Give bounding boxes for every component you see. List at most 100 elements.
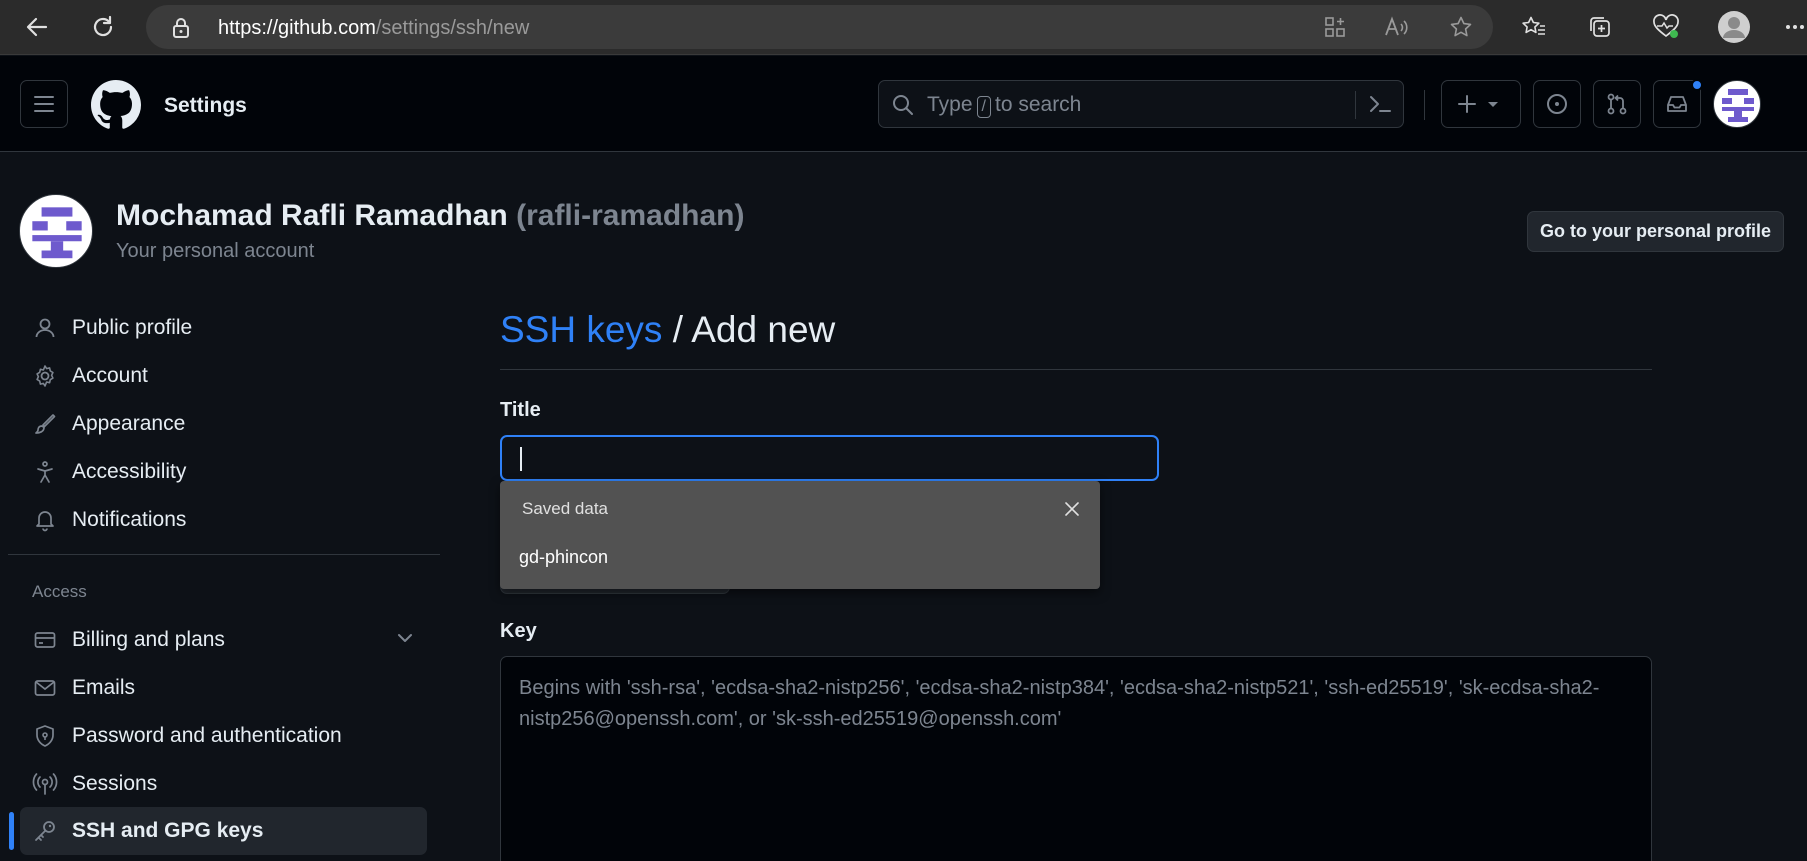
header-divider: [1424, 90, 1425, 120]
browser-essentials-button[interactable]: [1647, 9, 1685, 45]
identicon-icon: [32, 207, 82, 259]
more-options-button[interactable]: [1782, 9, 1807, 45]
sidebar-item-account[interactable]: Account: [20, 352, 427, 400]
issues-button[interactable]: [1533, 80, 1581, 128]
sidebar-item-ssh-gpg-keys[interactable]: SSH and GPG keys: [20, 807, 427, 855]
menu-button[interactable]: [20, 80, 68, 128]
gear-icon: [28, 359, 62, 393]
back-button[interactable]: [18, 9, 56, 45]
go-to-profile-button[interactable]: Go to your personal profile: [1527, 211, 1784, 252]
collections-icon: [1590, 17, 1610, 37]
sidebar-item-label: Emails: [72, 676, 136, 699]
breadcrumb-separator: /: [672, 309, 683, 350]
sidebar-item-public-profile[interactable]: Public profile: [20, 304, 427, 352]
breadcrumb-current: Add new: [691, 309, 836, 350]
notification-indicator: [1691, 79, 1703, 91]
autofill-dropdown: Saved data gd-phincon: [500, 481, 1100, 589]
sidebar-item-label: Password and authentication: [72, 724, 342, 747]
create-new-button[interactable]: [1441, 80, 1521, 128]
github-header: Settings Type / to search: [0, 56, 1807, 152]
favorite-button[interactable]: [1446, 13, 1476, 41]
collections-button[interactable]: [1581, 9, 1619, 45]
apps-icon: [1325, 17, 1345, 37]
title-field-label: Title: [500, 399, 541, 421]
mail-icon: [28, 671, 62, 705]
sidebar-item-label: Accessibility: [72, 460, 187, 483]
lock-icon[interactable]: [172, 17, 190, 39]
pull-requests-button[interactable]: [1593, 80, 1641, 128]
github-mark-icon: [91, 80, 141, 129]
browser-toolbar: https://github.com/settings/ssh/new: [0, 0, 1807, 55]
active-indicator: [9, 812, 14, 850]
bell-icon: [28, 503, 62, 537]
sidebar-item-appearance[interactable]: Appearance: [20, 400, 427, 448]
autofill-suggestion[interactable]: gd-phincon: [500, 531, 1100, 583]
key-textarea[interactable]: Begins with 'ssh-rsa', 'ecdsa-sha2-nistp…: [500, 656, 1652, 861]
account-avatar[interactable]: [19, 194, 93, 268]
autofill-suggestion-label: gd-phincon: [519, 547, 609, 567]
autofill-close-button[interactable]: [1060, 497, 1084, 521]
github-logo[interactable]: [91, 80, 141, 130]
more-horizontal-icon: [1785, 25, 1804, 29]
page-context-title[interactable]: Settings: [164, 94, 247, 118]
page-title: SSH keys / Add new: [500, 309, 835, 351]
sidebar-item-label: Appearance: [72, 412, 186, 435]
user-menu-avatar[interactable]: [1713, 80, 1761, 128]
account-subtitle: Your personal account: [116, 240, 315, 262]
person-icon: [28, 311, 62, 345]
arrow-left-icon: [26, 17, 48, 37]
accessibility-icon: [28, 455, 62, 489]
text-caret: [520, 447, 522, 471]
search-suffix: to search: [994, 93, 1082, 116]
sidebar-item-label: Account: [72, 364, 148, 387]
refresh-button[interactable]: [84, 9, 122, 45]
chevron-down-icon[interactable]: [395, 628, 415, 648]
broadcast-icon: [28, 767, 62, 801]
user-avatar-icon: [1718, 11, 1750, 43]
sidebar-section-heading: Access: [32, 582, 87, 601]
read-aloud-icon: [1385, 16, 1408, 36]
account-full-name: Mochamad Rafli Ramadhan: [116, 199, 508, 232]
favorites-list-icon: [1522, 16, 1545, 35]
account-login: (rafli-ramadhan): [516, 199, 745, 232]
sidebar-item-emails[interactable]: Emails: [20, 664, 427, 712]
hamburger-icon: [34, 96, 54, 112]
sidebar-item-sessions[interactable]: Sessions: [20, 760, 427, 808]
search-placeholder: Type / to search: [927, 93, 1081, 118]
command-palette-button[interactable]: [1363, 89, 1397, 119]
title-input[interactable]: [500, 435, 1159, 481]
heart-pulse-icon: [1653, 14, 1679, 38]
sidebar-item-password[interactable]: Password and authentication: [20, 712, 427, 760]
search-shortcut-key: /: [976, 96, 991, 118]
search-prefix: Type: [927, 93, 973, 116]
key-field-label: Key: [500, 620, 537, 642]
issue-opened-icon: [1547, 94, 1567, 114]
plus-dropdown-icon: [1458, 95, 1498, 113]
search-divider: [1355, 91, 1356, 119]
search-input[interactable]: Type / to search: [878, 80, 1404, 128]
read-aloud-button[interactable]: [1382, 13, 1412, 41]
sidebar-item-notifications[interactable]: Notifications: [20, 496, 427, 544]
app-available-button[interactable]: [1320, 13, 1350, 41]
sidebar-divider: [8, 554, 440, 555]
search-icon: [893, 95, 913, 115]
sidebar-item-label: Sessions: [72, 772, 158, 795]
url-host: https://github.com: [218, 17, 376, 39]
sidebar-item-accessibility[interactable]: Accessibility: [20, 448, 427, 496]
favorites-button[interactable]: [1515, 9, 1553, 45]
sidebar-item-label: SSH and GPG keys: [72, 819, 264, 842]
key-icon: [28, 814, 62, 848]
sidebar-item-label: Billing and plans: [72, 628, 225, 651]
url-text[interactable]: https://github.com/settings/ssh/new: [218, 17, 529, 40]
autofill-heading: Saved data: [522, 499, 609, 518]
paintbrush-icon: [28, 407, 62, 441]
inbox-icon: [1667, 96, 1687, 112]
address-bar[interactable]: https://github.com/settings/ssh/new: [146, 5, 1493, 49]
terminal-icon: [1370, 96, 1391, 112]
url-path: /settings/ssh/new: [375, 17, 530, 39]
browser-profile-button[interactable]: [1715, 9, 1753, 45]
sidebar-item-billing[interactable]: Billing and plans: [20, 616, 427, 664]
breadcrumb-ssh-keys-link[interactable]: SSH keys: [500, 309, 662, 350]
sidebar-item-label: Public profile: [72, 316, 193, 339]
account-name[interactable]: Mochamad Rafli Ramadhan (rafli-ramadhan): [116, 199, 744, 233]
